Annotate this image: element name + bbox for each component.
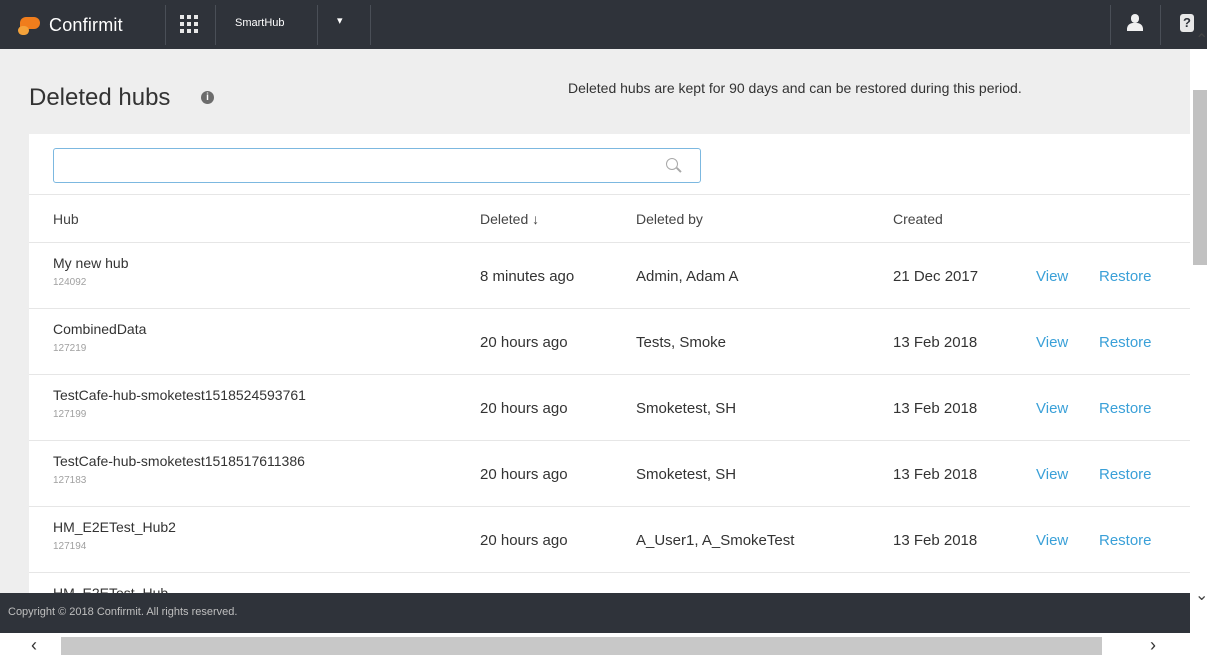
divider <box>370 5 371 45</box>
brand-name: Confirmit <box>49 14 123 35</box>
deleted-by: A_User1, A_SmokeTest <box>636 532 795 549</box>
hub-id: 127183 <box>53 475 87 486</box>
divider <box>215 5 216 45</box>
help-icon[interactable]: ? <box>1180 14 1194 32</box>
hub-name: TestCafe-hub-smoketest1518524593761 <box>53 387 306 403</box>
deleted-by: Smoketest, SH <box>636 466 737 483</box>
deleted-hubs-panel: Hub Deleted ↓ Deleted by Created My new … <box>29 134 1190 593</box>
view-link[interactable]: View <box>1036 532 1068 549</box>
created-date: 13 Feb 2018 <box>893 532 978 549</box>
deleted-time: 20 hours ago <box>480 400 568 417</box>
column-header-deleted-by[interactable]: Deleted by <box>636 211 703 227</box>
restore-link[interactable]: Restore <box>1099 532 1152 549</box>
table-row: HM_E2ETest_Hub2 127194 20 hours ago A_Us… <box>29 507 1190 573</box>
scroll-down-arrow-icon[interactable]: ⌄ <box>1195 585 1207 605</box>
restore-link[interactable]: Restore <box>1099 334 1152 351</box>
table-row: TestCafe-hub-smoketest1518524593761 1271… <box>29 375 1190 441</box>
column-header-hub[interactable]: Hub <box>53 211 79 227</box>
table-row: CombinedData 127219 20 hours ago Tests, … <box>29 309 1190 375</box>
hub-name: HM_E2ETest_Hub2 <box>53 519 176 535</box>
confirmit-logo[interactable]: Confirmit <box>18 12 168 38</box>
view-link[interactable]: View <box>1036 334 1068 351</box>
restore-link[interactable]: Restore <box>1099 400 1152 417</box>
divider <box>1160 5 1161 45</box>
table-row: HM_E2ETest_Hub <box>29 573 1190 593</box>
scroll-left-arrow-icon[interactable]: ‹ <box>31 635 37 655</box>
page-title: Deleted hubs <box>29 84 171 111</box>
confirmit-logo-icon <box>18 14 42 36</box>
app-launcher-grid-icon[interactable] <box>180 15 198 33</box>
deleted-time: 20 hours ago <box>480 532 568 549</box>
product-selector-label[interactable]: SmartHub <box>235 17 285 29</box>
hub-name: CombinedData <box>53 321 147 337</box>
created-date: 13 Feb 2018 <box>893 334 978 351</box>
deleted-time: 20 hours ago <box>480 334 568 351</box>
search-input[interactable] <box>54 149 654 182</box>
divider <box>317 5 318 45</box>
deleted-by: Smoketest, SH <box>636 400 737 417</box>
page-footer: Copyright © 2018 Confirmit. All rights r… <box>0 593 1190 633</box>
view-link[interactable]: View <box>1036 466 1068 483</box>
user-icon[interactable] <box>1126 12 1144 34</box>
deleted-by: Tests, Smoke <box>636 334 727 351</box>
column-header-deleted[interactable]: Deleted ↓ <box>480 211 539 227</box>
column-header-created[interactable]: Created <box>893 211 943 227</box>
created-date: 21 Dec 2017 <box>893 268 979 285</box>
table-row: My new hub 124092 8 minutes ago Admin, A… <box>29 243 1190 309</box>
deleted-by: Admin, Adam A <box>636 268 739 285</box>
created-date: 13 Feb 2018 <box>893 400 978 417</box>
chevron-down-icon[interactable]: ▾ <box>337 14 343 27</box>
hub-name: TestCafe-hub-smoketest1518517611386 <box>53 453 305 469</box>
deleted-time: 8 minutes ago <box>480 268 575 285</box>
vertical-scrollbar-thumb[interactable] <box>1193 90 1207 265</box>
retention-notice: Deleted hubs are kept for 90 days and ca… <box>568 80 1022 96</box>
info-icon[interactable]: i <box>201 91 214 104</box>
hub-name: My new hub <box>53 255 129 271</box>
search-box[interactable] <box>53 148 701 183</box>
copyright-text: Copyright © 2018 Confirmit. All rights r… <box>8 606 238 618</box>
scroll-up-arrow-icon[interactable]: ⌃ <box>1195 30 1207 50</box>
scroll-right-arrow-icon[interactable]: › <box>1150 635 1156 655</box>
top-navigation-bar: Confirmit SmartHub ▾ ? <box>0 0 1207 49</box>
hub-name: HM_E2ETest_Hub <box>53 585 169 593</box>
deleted-time: 20 hours ago <box>480 466 568 483</box>
view-link[interactable]: View <box>1036 400 1068 417</box>
divider <box>1110 5 1111 45</box>
restore-link[interactable]: Restore <box>1099 466 1152 483</box>
table-row: TestCafe-hub-smoketest1518517611386 1271… <box>29 441 1190 507</box>
hub-id: 127199 <box>53 409 87 420</box>
divider <box>165 5 166 45</box>
hub-id: 127194 <box>53 541 87 552</box>
hub-id: 124092 <box>53 277 87 288</box>
restore-link[interactable]: Restore <box>1099 268 1152 285</box>
created-date: 13 Feb 2018 <box>893 466 978 483</box>
table-header: Hub Deleted ↓ Deleted by Created <box>29 194 1190 243</box>
search-icon[interactable] <box>666 158 682 174</box>
horizontal-scrollbar-thumb[interactable] <box>61 637 1102 655</box>
view-link[interactable]: View <box>1036 268 1068 285</box>
hub-id: 127219 <box>53 343 87 354</box>
